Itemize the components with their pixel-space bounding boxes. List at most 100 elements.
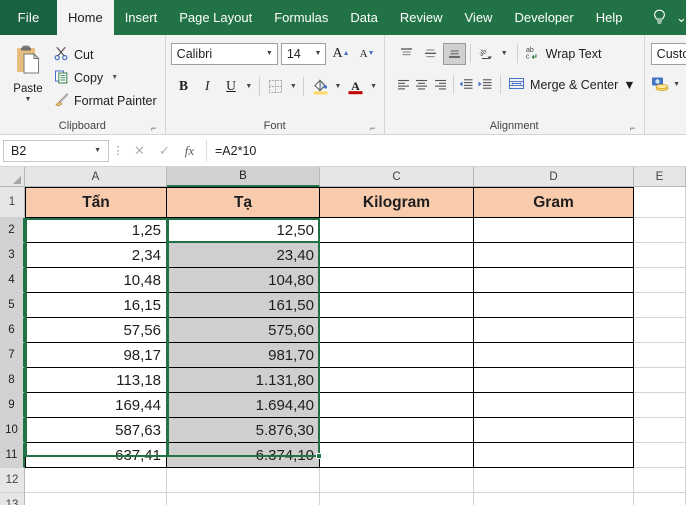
cell-d2[interactable] (474, 218, 634, 243)
format-painter-button[interactable]: Format Painter (51, 90, 160, 111)
row-header-6[interactable]: 6 (0, 318, 25, 343)
italic-button[interactable]: I (196, 75, 218, 98)
cell-d3[interactable] (474, 243, 634, 268)
cell-b12[interactable] (167, 468, 320, 493)
underline-button[interactable]: U (220, 75, 242, 98)
cell-b11[interactable]: 6.374,10 (167, 443, 320, 468)
cell-b7[interactable]: 981,70 (167, 343, 320, 368)
cell-c13[interactable] (320, 493, 474, 505)
row-header-9[interactable]: 9 (0, 393, 25, 418)
cell-e5[interactable] (634, 293, 686, 318)
cell-e8[interactable] (634, 368, 686, 393)
row-header-5[interactable]: 5 (0, 293, 25, 318)
clipboard-dialog-launcher[interactable]: ⌐ (149, 123, 159, 133)
cell-b3[interactable]: 23,40 (167, 243, 320, 268)
align-middle-icon[interactable] (419, 43, 442, 65)
cell-d8[interactable] (474, 368, 634, 393)
wrap-text-button[interactable]: ab c Wrap Text (522, 43, 605, 65)
tab-insert[interactable]: Insert (114, 0, 169, 35)
cell-a3[interactable]: 2,34 (25, 243, 167, 268)
fill-color-icon[interactable] (309, 75, 331, 98)
cell-c5[interactable] (320, 293, 474, 318)
merge-center-button[interactable]: Merge & Center ▼ (505, 74, 639, 96)
cell-a5[interactable]: 16,15 (25, 293, 167, 318)
insert-function-icon[interactable]: fx (177, 140, 202, 162)
font-size-combo[interactable]: 14 ▼ (281, 43, 327, 65)
cell-b8[interactable]: 1.131,80 (167, 368, 320, 393)
align-center-icon[interactable] (413, 74, 430, 96)
cell-b9[interactable]: 1.694,40 (167, 393, 320, 418)
cell-a1[interactable]: Tấn (25, 187, 167, 218)
cell-a9[interactable]: 169,44 (25, 393, 167, 418)
cell-b2[interactable]: 12,50 (167, 218, 320, 243)
cell-b5[interactable]: 161,50 (167, 293, 320, 318)
orientation-caret-icon[interactable]: ▼ (499, 50, 510, 57)
row-header-12[interactable]: 12 (0, 468, 25, 493)
paste-button[interactable]: Paste ▼ (5, 41, 51, 118)
fill-handle[interactable] (316, 453, 322, 459)
cell-b4[interactable]: 104,80 (167, 268, 320, 293)
align-top-icon[interactable] (395, 43, 418, 65)
cell-a8[interactable]: 113,18 (25, 368, 167, 393)
font-dialog-launcher[interactable]: ⌐ (368, 123, 378, 133)
row-header-10[interactable]: 10 (0, 418, 25, 443)
cell-d7[interactable] (474, 343, 634, 368)
confirm-check-icon[interactable]: ✓ (152, 140, 177, 162)
column-header-c[interactable]: C (320, 167, 474, 187)
bold-button[interactable]: B (173, 75, 195, 98)
row-header-1[interactable]: 1 (0, 187, 25, 218)
tab-review[interactable]: Review (389, 0, 454, 35)
cell-d6[interactable] (474, 318, 634, 343)
cell-c6[interactable] (320, 318, 474, 343)
font-color-caret-icon[interactable]: ▼ (369, 83, 379, 90)
copy-dropdown-caret-icon[interactable]: ▼ (111, 74, 118, 81)
column-header-b[interactable]: B (167, 167, 320, 187)
cell-a2[interactable]: 1,25 (25, 218, 167, 243)
cell-c1[interactable]: Kilogram (320, 187, 474, 218)
cell-e3[interactable] (634, 243, 686, 268)
column-header-e[interactable]: E (634, 167, 686, 187)
tab-home[interactable]: Home (57, 0, 114, 35)
cell-c9[interactable] (320, 393, 474, 418)
row-header-2[interactable]: 2 (0, 218, 25, 243)
number-format-combo[interactable]: Custom (651, 43, 686, 65)
cell-e4[interactable] (634, 268, 686, 293)
cell-d5[interactable] (474, 293, 634, 318)
cut-button[interactable]: Cut (51, 44, 160, 65)
cell-e11[interactable] (634, 443, 686, 468)
cell-d10[interactable] (474, 418, 634, 443)
font-color-icon[interactable]: A (345, 75, 367, 98)
cell-e12[interactable] (634, 468, 686, 493)
cell-e7[interactable] (634, 343, 686, 368)
cell-a10[interactable]: 587,63 (25, 418, 167, 443)
cell-d12[interactable] (474, 468, 634, 493)
cell-b10[interactable]: 5.876,30 (167, 418, 320, 443)
cell-b1[interactable]: Tạ (167, 187, 320, 218)
tab-view[interactable]: View (454, 0, 504, 35)
tab-file[interactable]: File (0, 0, 57, 35)
font-name-combo[interactable]: Calibri ▼ (171, 43, 278, 65)
row-header-11[interactable]: 11 (0, 443, 25, 468)
shrink-font-icon[interactable]: A▼ (356, 42, 379, 65)
tab-developer[interactable]: Developer (503, 0, 584, 35)
cell-d1[interactable]: Gram (474, 187, 634, 218)
accounting-format-icon[interactable] (651, 73, 670, 96)
row-header-7[interactable]: 7 (0, 343, 25, 368)
row-header-13[interactable]: 13 (0, 493, 25, 505)
align-left-icon[interactable] (395, 74, 412, 96)
cell-a6[interactable]: 57,56 (25, 318, 167, 343)
name-box[interactable]: B2 ▼ (3, 140, 109, 162)
column-header-a[interactable]: A (25, 167, 167, 187)
cell-e13[interactable] (634, 493, 686, 505)
increase-indent-icon[interactable] (476, 74, 493, 96)
merge-center-caret-icon[interactable]: ▼ (623, 78, 635, 92)
fill-color-caret-icon[interactable]: ▼ (333, 83, 343, 90)
cell-b13[interactable] (167, 493, 320, 505)
cell-e6[interactable] (634, 318, 686, 343)
cell-c8[interactable] (320, 368, 474, 393)
font-size-caret-icon[interactable]: ▼ (310, 50, 325, 57)
decrease-indent-icon[interactable] (458, 74, 475, 96)
cell-c3[interactable] (320, 243, 474, 268)
alignment-dialog-launcher[interactable]: ⌐ (628, 123, 638, 133)
cell-c4[interactable] (320, 268, 474, 293)
